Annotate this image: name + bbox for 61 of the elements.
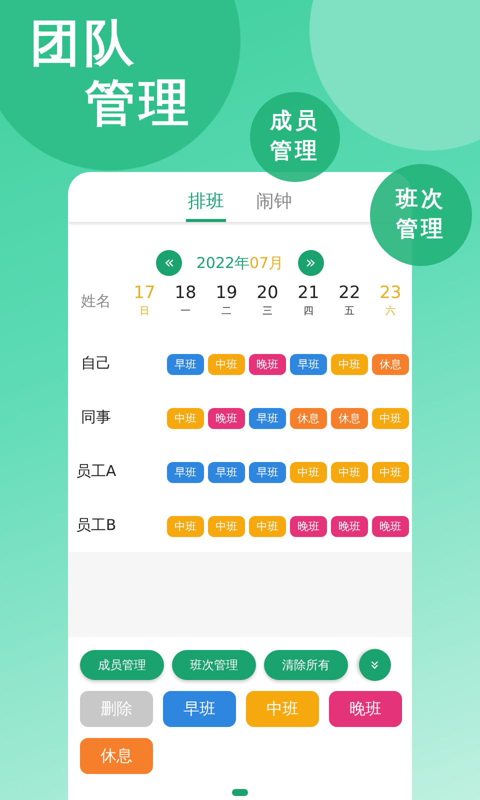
day-weekday: 三 <box>262 304 272 319</box>
feature-bubble: 成员 管理 <box>250 92 340 182</box>
day-weekday: 日 <box>140 304 150 319</box>
shift-tag[interactable]: 中班 <box>331 462 368 483</box>
shift-button[interactable]: 中班 <box>246 691 319 727</box>
shift-button[interactable]: 休息 <box>80 738 153 774</box>
shift-tag[interactable]: 中班 <box>167 408 204 429</box>
column-header: 姓名 <box>80 290 112 312</box>
employee-name: 同事 <box>80 406 112 428</box>
day-date: 22 <box>338 283 360 304</box>
feature-bubble: 班次 管理 <box>370 164 472 266</box>
shift-tag[interactable]: 休息 <box>372 354 409 375</box>
tab[interactable]: 闹钟 <box>254 189 294 222</box>
shift-tag[interactable]: 休息 <box>290 408 327 429</box>
shift-tag[interactable]: 中班 <box>208 354 245 375</box>
shift-tag[interactable]: 中班 <box>249 516 286 537</box>
employee-name: 员工B <box>74 514 118 536</box>
expand-button[interactable]: » <box>359 649 391 681</box>
month-label: 2022年07月 <box>196 253 284 274</box>
action-button[interactable]: 成员管理 <box>80 650 164 680</box>
shift-tag[interactable]: 中班 <box>372 408 409 429</box>
day-date: 18 <box>174 283 196 304</box>
shift-tag[interactable]: 晚班 <box>249 354 286 375</box>
action-button[interactable]: 清除所有 <box>264 650 348 680</box>
shift-tag[interactable]: 早班 <box>249 462 286 483</box>
day-weekday: 一 <box>180 304 190 319</box>
shift-tag[interactable]: 早班 <box>167 462 204 483</box>
employee-name: 员工A <box>74 460 118 482</box>
shift-tag[interactable]: 早班 <box>208 462 245 483</box>
shift-tag[interactable]: 中班 <box>167 516 204 537</box>
shift-tag[interactable]: 中班 <box>290 462 327 483</box>
day-date: 21 <box>298 283 320 304</box>
day-weekday: 二 <box>222 304 232 319</box>
shift-tag[interactable]: 晚班 <box>290 516 327 537</box>
day-date: 17 <box>134 283 156 304</box>
shift-tag[interactable]: 早班 <box>167 354 204 375</box>
tab[interactable]: 排班 <box>186 189 226 222</box>
shift-tag[interactable]: 中班 <box>208 516 245 537</box>
shift-tag[interactable]: 休息 <box>331 408 368 429</box>
shift-tag[interactable]: 晚班 <box>331 516 368 537</box>
headline-text: 团队 <box>30 18 138 68</box>
day-weekday: 六 <box>386 304 396 319</box>
drag-handle[interactable] <box>232 789 248 796</box>
action-button[interactable]: 班次管理 <box>172 650 256 680</box>
shift-button[interactable]: 晚班 <box>329 691 402 727</box>
previous-month-button[interactable]: « <box>156 250 182 276</box>
headline-text: 管理 <box>85 78 193 128</box>
shift-tag[interactable]: 早班 <box>249 408 286 429</box>
day-weekday: 五 <box>344 304 354 319</box>
day-weekday: 四 <box>304 304 314 319</box>
day-date: 23 <box>380 283 402 304</box>
shift-tag[interactable]: 晚班 <box>208 408 245 429</box>
shift-tag[interactable]: 中班 <box>331 354 368 375</box>
day-date: 19 <box>216 283 238 304</box>
shift-tag[interactable]: 晚班 <box>372 516 409 537</box>
day-date: 20 <box>256 283 278 304</box>
shift-tag[interactable]: 中班 <box>372 462 409 483</box>
next-month-button[interactable]: » <box>298 250 324 276</box>
employee-name: 自己 <box>80 352 112 374</box>
shift-tag[interactable]: 早班 <box>290 354 327 375</box>
shift-button[interactable]: 早班 <box>163 691 236 727</box>
